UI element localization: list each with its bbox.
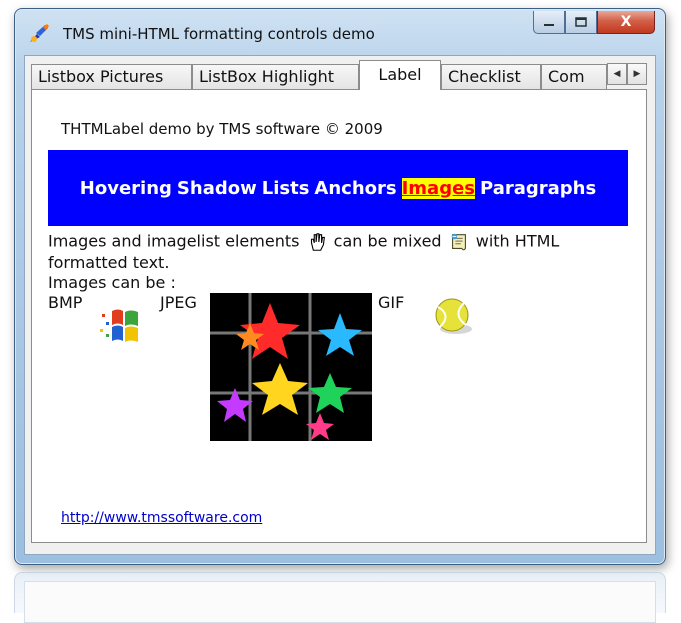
reflection-client [24, 581, 656, 623]
minimize-icon [544, 24, 554, 26]
tab-listbox-pictures[interactable]: Listbox Pictures [31, 64, 192, 89]
tab-combo[interactable]: Com [541, 64, 607, 89]
close-button[interactable]: X [597, 11, 655, 34]
tab-listbox-highlight[interactable]: ListBox Highlight [192, 64, 359, 89]
windows-logo-icon [100, 309, 138, 342]
bmp-label: BMP [48, 293, 83, 312]
tms-website-link[interactable]: http://www.tmssoftware.com [61, 510, 262, 526]
arrow-right-icon: ▶ [633, 69, 641, 79]
tab-scroll-right-button[interactable]: ▶ [627, 63, 647, 85]
minimize-button[interactable] [533, 11, 565, 34]
tab-strip: Listbox Pictures ListBox Highlight Label… [31, 60, 649, 90]
link-images[interactable]: Images [401, 177, 475, 199]
tennis-ball-icon [435, 298, 472, 334]
reflection-window [14, 572, 666, 623]
text-line-1: Images and imagelist elements can be mix… [48, 231, 638, 253]
html-label-text: Images and imagelist elements can be mix… [48, 231, 638, 293]
link-lists[interactable]: Lists [262, 178, 310, 199]
images-row: BMP JPEG GIF [48, 293, 638, 453]
gif-label: GIF [378, 293, 405, 312]
jpeg-label: JPEG [160, 293, 197, 312]
client-area: Listbox Pictures ListBox Highlight Label… [24, 55, 656, 555]
stars-image-icon [210, 293, 372, 441]
label-tab-panel: THTMLabel demo by TMS software © 2009 Ho… [31, 89, 647, 543]
maximize-icon [575, 17, 587, 27]
app-icon [30, 24, 49, 42]
tab-label[interactable]: Label [359, 60, 441, 90]
demo-title: THTMLabel demo by TMS software © 2009 [61, 120, 383, 138]
script-icon [451, 233, 466, 251]
maximize-button[interactable] [565, 11, 597, 34]
jpeg-stars-image [210, 293, 372, 441]
close-icon: X [620, 14, 632, 30]
hand-cursor-icon [310, 233, 325, 251]
window-title: TMS mini-HTML formatting controls demo [63, 25, 375, 43]
tab-scroll-buttons: ◀ ▶ [607, 63, 647, 85]
app-window: TMS mini-HTML formatting controls demo X… [14, 8, 666, 565]
text-line-2: formatted text. [48, 253, 170, 272]
tab-scroll-left-button[interactable]: ◀ [607, 63, 627, 85]
link-paragraphs[interactable]: Paragraphs [480, 178, 596, 199]
title-bar[interactable]: TMS mini-HTML formatting controls demo X [15, 9, 665, 55]
text-line-3: Images can be : [48, 273, 176, 292]
link-hovering[interactable]: Hovering [80, 178, 172, 199]
banner-links: Hovering Shadow Lists Anchors Images Par… [48, 150, 628, 226]
caption-buttons: X [533, 11, 655, 35]
link-anchors[interactable]: Anchors [314, 178, 396, 199]
html-banner: Hovering Shadow Lists Anchors Images Par… [48, 150, 628, 226]
arrow-left-icon: ◀ [613, 69, 621, 79]
tab-checklist[interactable]: Checklist [441, 64, 541, 89]
link-shadow[interactable]: Shadow [177, 178, 257, 199]
